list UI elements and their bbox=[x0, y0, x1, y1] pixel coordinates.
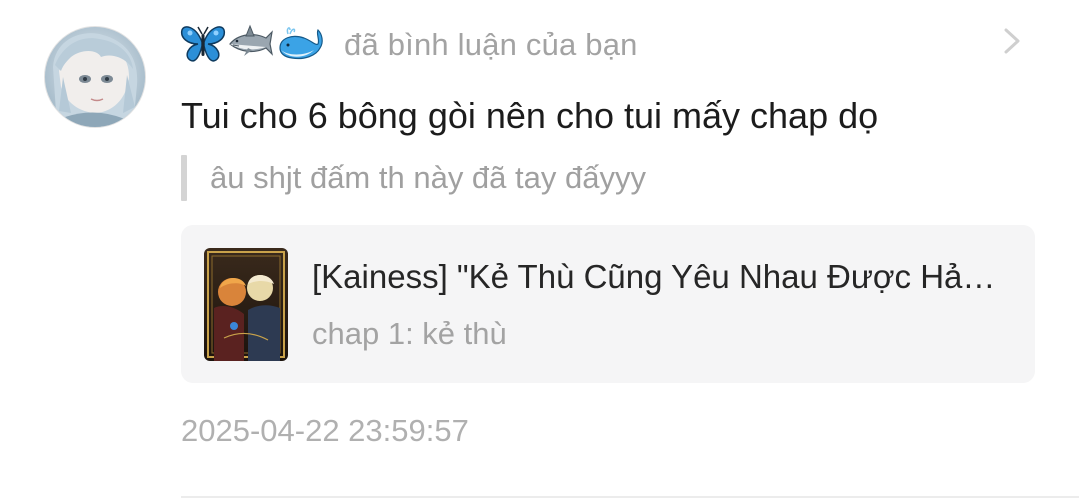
butterfly-icon bbox=[180, 26, 226, 62]
story-chapter: chap 1: kẻ thù bbox=[312, 316, 507, 351]
story-card[interactable]: [Kainess] "Kẻ Thù Cũng Yêu Nhau Được Hả?… bbox=[181, 225, 1035, 383]
divider bbox=[181, 496, 1079, 498]
story-title: [Kainess] "Kẻ Thù Cũng Yêu Nhau Được Hả?… bbox=[312, 258, 1012, 295]
whale-icon bbox=[279, 27, 323, 60]
username-emojis[interactable] bbox=[180, 22, 324, 66]
story-cover-image bbox=[204, 248, 288, 361]
avatar[interactable] bbox=[44, 26, 146, 128]
shark-icon bbox=[229, 24, 273, 56]
quoted-comment: âu shjt đấm th này đã tay đấyyy bbox=[181, 155, 646, 201]
comment-text: Tui cho 6 bông gòi nên cho tui mấy chap … bbox=[181, 95, 879, 136]
notification-header: đã bình luận của bạn bbox=[180, 20, 638, 68]
avatar-image bbox=[45, 27, 145, 127]
quote-bar bbox=[181, 155, 187, 201]
action-text: đã bình luận của bạn bbox=[344, 26, 638, 62]
chevron-right-icon[interactable] bbox=[996, 22, 1028, 60]
quoted-comment-text: âu shjt đấm th này đã tay đấyyy bbox=[210, 160, 646, 195]
timestamp: 2025-04-22 23:59:57 bbox=[181, 413, 469, 448]
